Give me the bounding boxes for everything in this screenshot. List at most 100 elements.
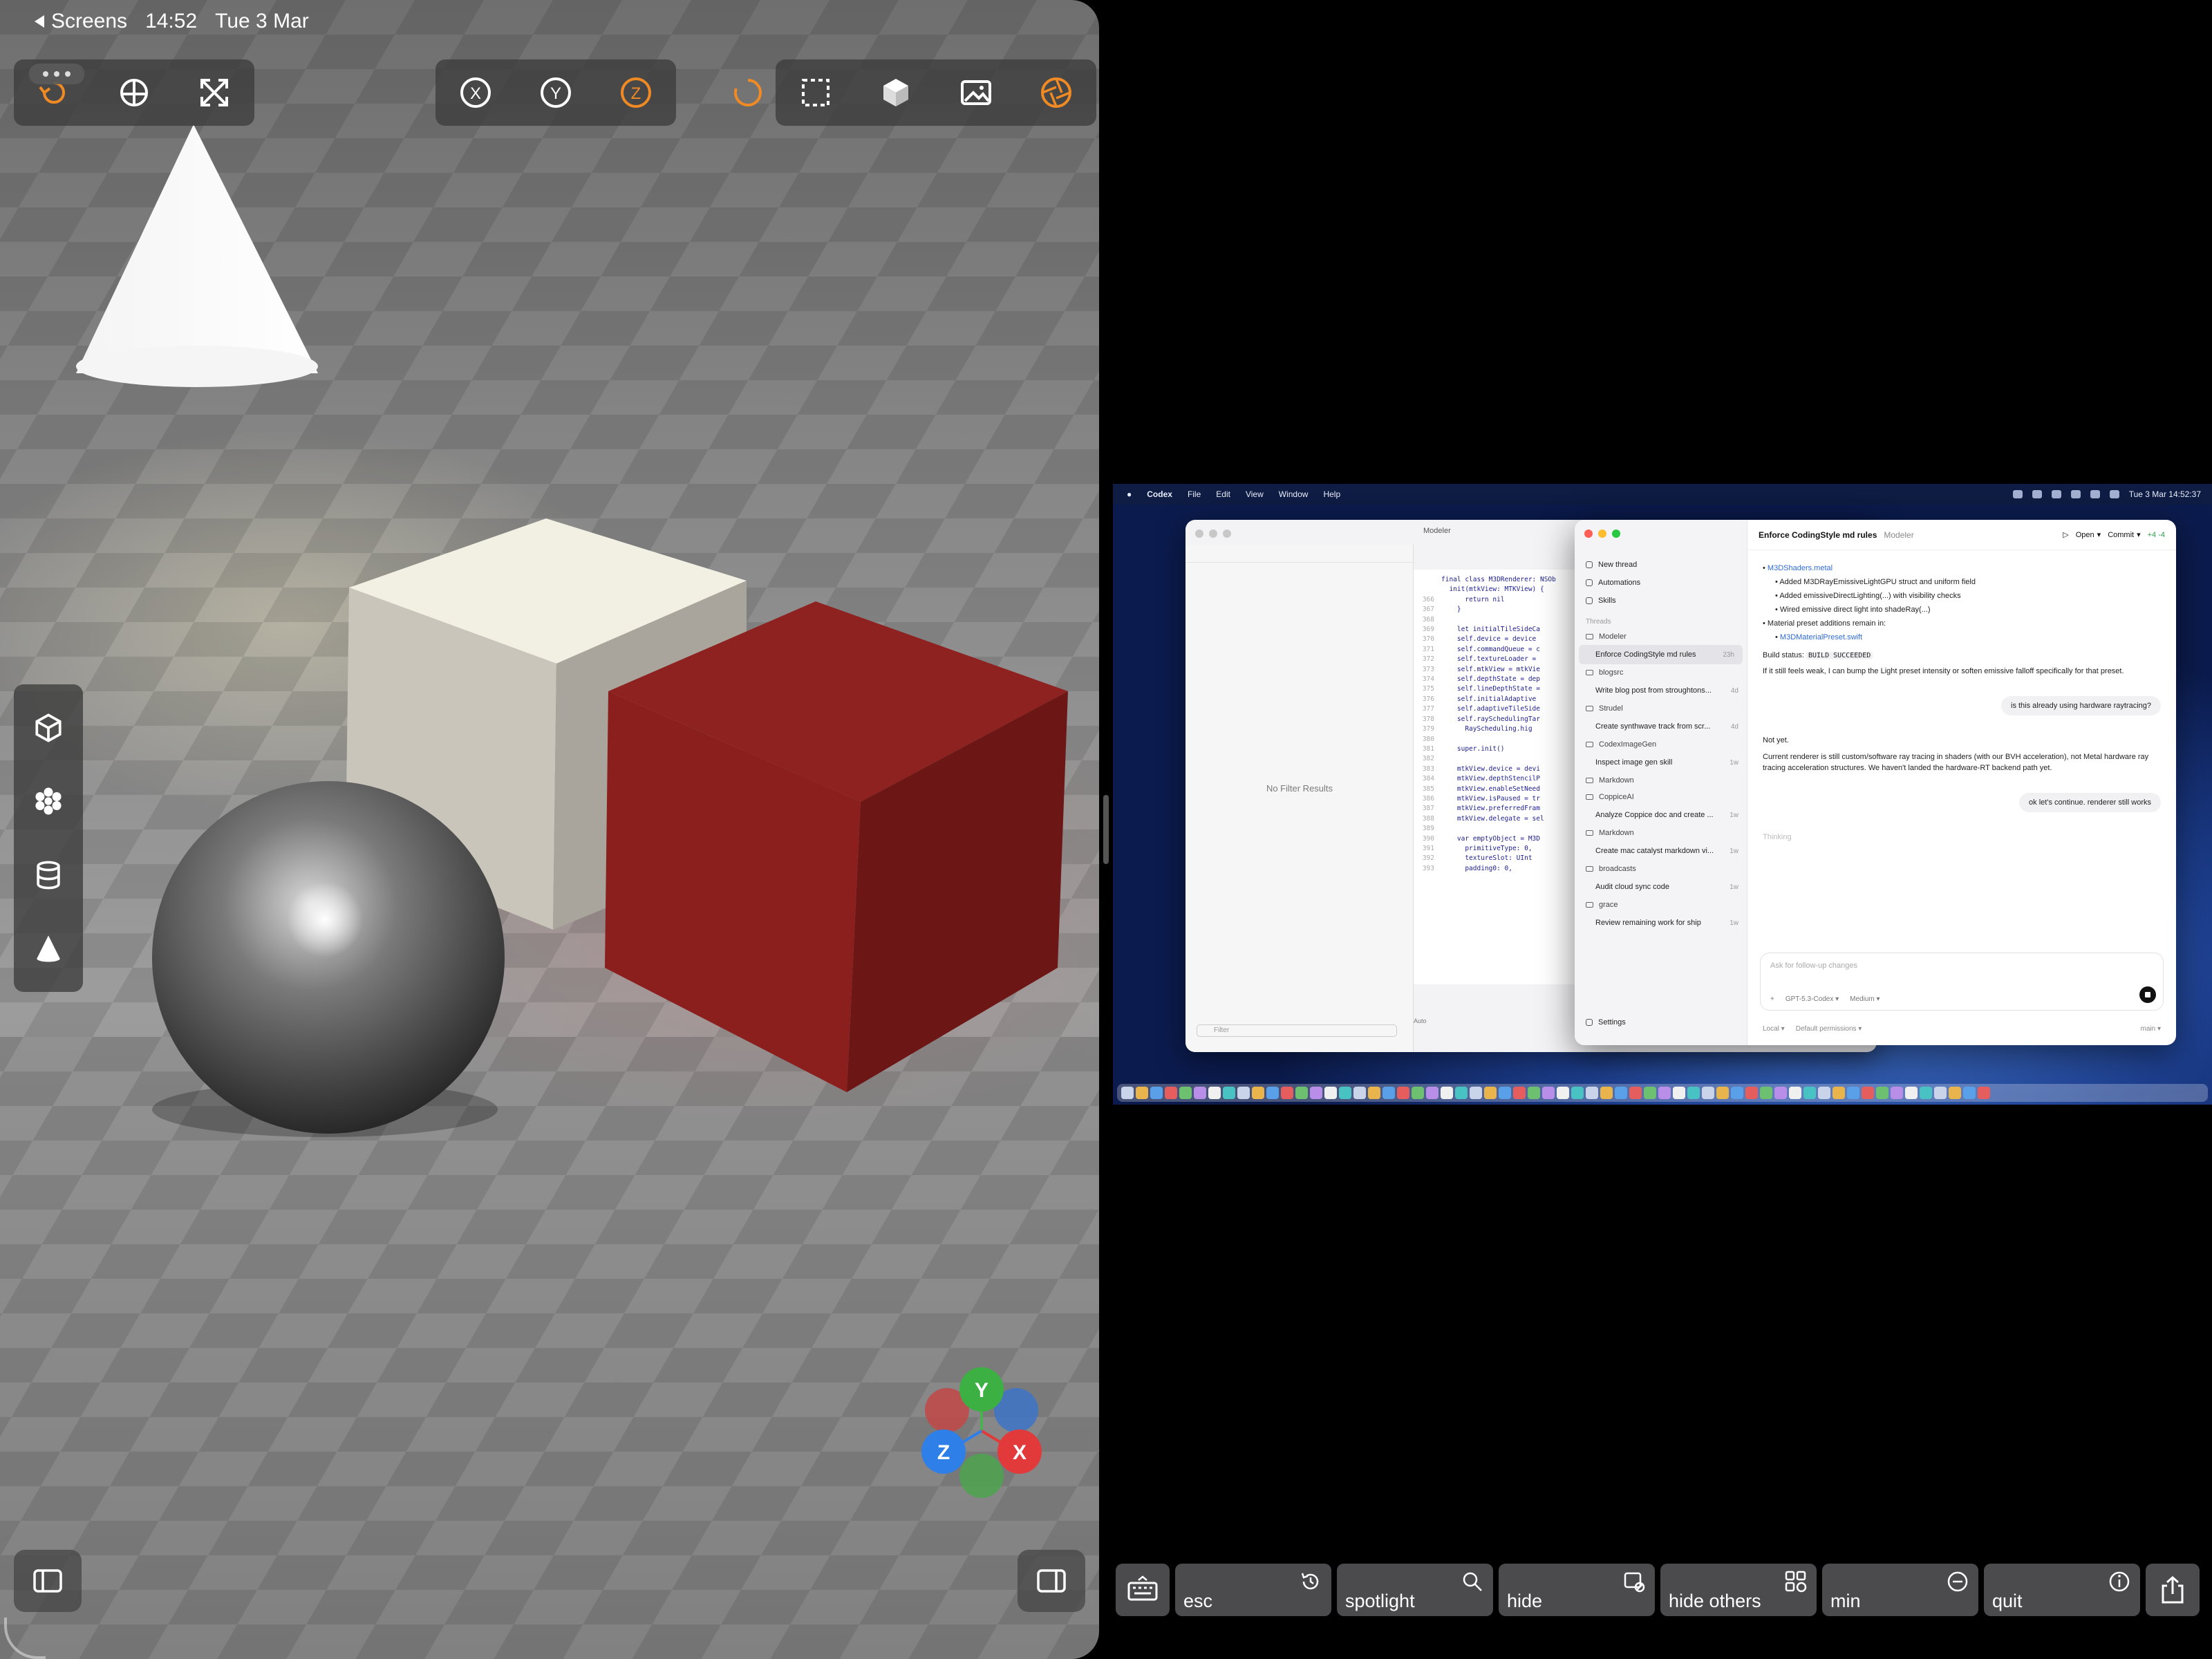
thread-item[interactable]: Enforce CodingStyle md rules 23h: [1579, 645, 1743, 664]
code-line[interactable]: 378 self.raySchedulingTar: [1419, 715, 1586, 724]
composer-placeholder[interactable]: Ask for follow-up changes: [1770, 962, 1857, 970]
dock-app-icon[interactable]: [1673, 1087, 1685, 1099]
dock-app-icon[interactable]: [1353, 1087, 1366, 1099]
chrome-sphere-object[interactable]: [152, 781, 505, 1134]
thread-item[interactable]: Write blog post from stroughtons... 4d: [1575, 681, 1747, 700]
new-thread-button[interactable]: New thread: [1575, 556, 1747, 574]
left-sidebar-toggle[interactable]: [14, 1550, 82, 1612]
code-line[interactable]: 372 self.textureLoader =: [1419, 655, 1586, 664]
dock-app-icon[interactable]: [1470, 1087, 1482, 1099]
code-line[interactable]: 369 let initialTileSideCa: [1419, 625, 1586, 635]
code-line[interactable]: 368: [1419, 615, 1586, 625]
dock-app-icon[interactable]: [1731, 1087, 1743, 1099]
code-line[interactable]: 373 self.mtkView = mtkVie: [1419, 665, 1586, 675]
code-line[interactable]: 376 self.initialAdaptive: [1419, 695, 1586, 704]
dock-app-icon[interactable]: [1528, 1087, 1540, 1099]
code-line[interactable]: 377 self.adaptiveTileSide: [1419, 704, 1586, 714]
dock-app-icon[interactable]: [1441, 1087, 1453, 1099]
dock-app-icon[interactable]: [1295, 1087, 1308, 1099]
axis-z-button[interactable]: Z: [596, 59, 676, 126]
dock-app-icon[interactable]: [1978, 1087, 1990, 1099]
commit-button[interactable]: Commit ▾: [2108, 530, 2140, 540]
menubar-view[interactable]: View: [1246, 489, 1264, 499]
dock-app-icon[interactable]: [1455, 1087, 1468, 1099]
dock-app-icon[interactable]: [1847, 1087, 1859, 1099]
code-line[interactable]: 375 self.lineDepthState =: [1419, 684, 1586, 694]
dock-app-icon[interactable]: [1339, 1087, 1351, 1099]
dock-app-icon[interactable]: [1179, 1087, 1192, 1099]
code-line[interactable]: 383 mtkView.device = devi: [1419, 765, 1586, 774]
dock-app-icon[interactable]: [1760, 1087, 1772, 1099]
stop-button[interactable]: [2139, 986, 2156, 1003]
object-button[interactable]: [856, 59, 936, 126]
dock-app-icon[interactable]: [1586, 1087, 1598, 1099]
attach-button[interactable]: +: [1770, 995, 1774, 1003]
project-folder[interactable]: Modeler: [1575, 628, 1747, 645]
battery-icon[interactable]: [2109, 490, 2119, 498]
project-folder[interactable]: broadcasts: [1575, 861, 1747, 877]
keyboard-button[interactable]: [1116, 1564, 1170, 1616]
dock-app-icon[interactable]: [1876, 1087, 1888, 1099]
menubar-edit[interactable]: Edit: [1216, 489, 1230, 499]
skills-button[interactable]: Skills: [1575, 592, 1747, 610]
viewport-pane[interactable]: Screens 14:52 Tue 3 Mar X Y Z Y Z X: [0, 0, 1099, 1659]
model-picker[interactable]: GPT-5.3-Codex ▾: [1785, 995, 1839, 1003]
dock-app-icon[interactable]: [1266, 1087, 1279, 1099]
dock-app-icon[interactable]: [1644, 1087, 1656, 1099]
dock-app-icon[interactable]: [1121, 1087, 1134, 1099]
navigator-filter-field[interactable]: Filter: [1197, 1024, 1397, 1037]
dock-app-icon[interactable]: [1920, 1087, 1932, 1099]
dock-app-icon[interactable]: [1557, 1087, 1569, 1099]
code-line[interactable]: 393 padding0: 0,: [1419, 864, 1586, 874]
dock-app-icon[interactable]: [1789, 1087, 1801, 1099]
project-folder[interactable]: CoppiceAI: [1575, 789, 1747, 805]
esc-key[interactable]: esc: [1175, 1564, 1331, 1616]
dock-app-icon[interactable]: [1281, 1087, 1293, 1099]
dock-app-icon[interactable]: [1687, 1087, 1700, 1099]
flower-icon[interactable]: [30, 783, 66, 819]
apple-menu-icon[interactable]: ●: [1127, 489, 1132, 499]
dock-app-icon[interactable]: [1324, 1087, 1337, 1099]
project-folder[interactable]: blogsrc: [1575, 664, 1747, 681]
settings-button[interactable]: Settings: [1575, 1013, 1747, 1031]
dock-app-icon[interactable]: [1310, 1087, 1322, 1099]
code-line[interactable]: 381 super.init(): [1419, 744, 1586, 754]
dock-app-icon[interactable]: [1571, 1087, 1584, 1099]
dock-app-icon[interactable]: [1542, 1087, 1555, 1099]
branch-picker[interactable]: main ▾: [2141, 1025, 2162, 1033]
automations-button[interactable]: Automations: [1575, 574, 1747, 592]
quit-key[interactable]: quit: [1984, 1564, 2140, 1616]
wifi-icon[interactable]: [2090, 490, 2100, 498]
menubar-window[interactable]: Window: [1279, 489, 1309, 499]
axis-gizmo[interactable]: Y Z X: [912, 1362, 1051, 1500]
thread-item[interactable]: Audit cloud sync code 1w: [1575, 877, 1747, 897]
project-folder[interactable]: Strudel: [1575, 700, 1747, 717]
thread-item[interactable]: Inspect image gen skill 1w: [1575, 753, 1747, 772]
selection-button[interactable]: [776, 59, 856, 126]
permissions-picker[interactable]: Default permissions ▾: [1796, 1025, 1862, 1033]
right-sidebar-toggle[interactable]: [1018, 1550, 1085, 1612]
back-to-screens[interactable]: Screens: [33, 10, 127, 33]
database-icon[interactable]: [30, 857, 66, 893]
dock-app-icon[interactable]: [1513, 1087, 1526, 1099]
composer[interactable]: Ask for follow-up changes + GPT-5.3-Code…: [1760, 953, 2164, 1011]
code-line[interactable]: 370 self.device = device: [1419, 635, 1586, 644]
dock-app-icon[interactable]: [1963, 1087, 1976, 1099]
dock-app-icon[interactable]: [1397, 1087, 1409, 1099]
dock-app-icon[interactable]: [1600, 1087, 1613, 1099]
hide-key[interactable]: hide: [1499, 1564, 1655, 1616]
status-icon[interactable]: [2012, 490, 2023, 498]
dock-app-icon[interactable]: [1223, 1087, 1235, 1099]
dock-app-icon[interactable]: [1629, 1087, 1642, 1099]
dock-app-icon[interactable]: [1237, 1087, 1250, 1099]
dock-app-icon[interactable]: [1252, 1087, 1264, 1099]
project-folder[interactable]: Markdown: [1575, 825, 1747, 841]
dock-app-icon[interactable]: [1949, 1087, 1961, 1099]
dock-app-icon[interactable]: [1803, 1087, 1816, 1099]
dock-app-icon[interactable]: [1368, 1087, 1380, 1099]
thread-item[interactable]: Analyze Coppice doc and create ... 1w: [1575, 805, 1747, 825]
zoom-window-button[interactable]: [1612, 529, 1620, 538]
code-line[interactable]: 374 self.depthState = dep: [1419, 675, 1586, 684]
effort-picker[interactable]: Medium ▾: [1850, 995, 1880, 1003]
image-button[interactable]: [936, 59, 1016, 126]
